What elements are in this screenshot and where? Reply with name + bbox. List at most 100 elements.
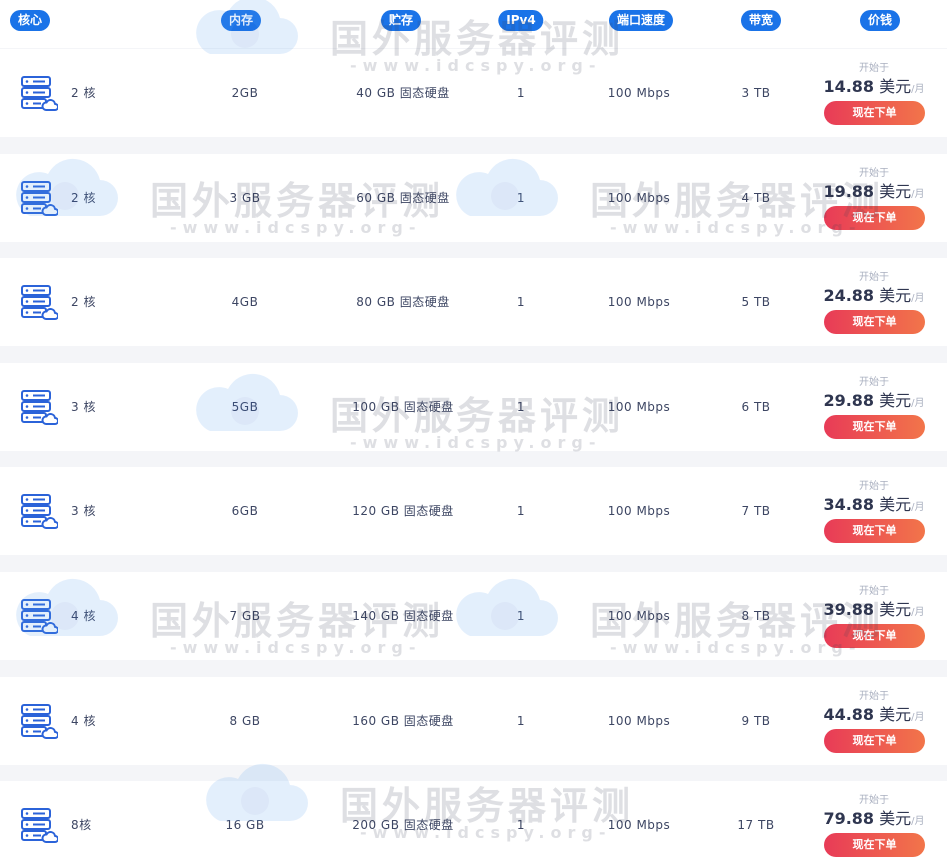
price-unit: /月 bbox=[911, 712, 925, 723]
bandwidth-value: 9 TB bbox=[741, 714, 771, 728]
memory-value: 5GB bbox=[231, 400, 259, 414]
header-bandwidth: 带宽 bbox=[740, 10, 782, 31]
cores-value: 2 核 bbox=[71, 86, 96, 100]
price-line: 29.88 美元/月 bbox=[820, 387, 928, 411]
order-now-button[interactable]: 现在下单 bbox=[824, 624, 925, 648]
cores-value: 3 核 bbox=[71, 400, 96, 414]
server-cloud-icon bbox=[21, 76, 58, 111]
storage-value: 60 GB 固态硬盘 bbox=[356, 191, 450, 205]
port-speed-value: 100 Mbps bbox=[607, 714, 671, 728]
price-from-label: 开始于 bbox=[859, 272, 889, 283]
price-from-label: 开始于 bbox=[859, 168, 889, 179]
order-now-button[interactable]: 现在下单 bbox=[824, 101, 925, 125]
pricing-page: 核心 内存 贮存 IPv4 端口速度 带宽 价钱 2 核 2GB 40 GB 固… bbox=[0, 0, 947, 868]
header-port-speed: 端口速度 bbox=[608, 10, 674, 31]
price-value: 19.88 bbox=[823, 182, 875, 201]
ipv4-value: 1 bbox=[516, 504, 526, 518]
price-unit: /月 bbox=[911, 816, 925, 827]
ipv4-value: 1 bbox=[516, 714, 526, 728]
price-unit: /月 bbox=[911, 398, 925, 409]
order-now-button[interactable]: 现在下单 bbox=[824, 415, 925, 439]
price-unit: /月 bbox=[911, 84, 925, 95]
price-line: 24.88 美元/月 bbox=[820, 282, 928, 306]
price-line: 39.88 美元/月 bbox=[820, 596, 928, 620]
price-value: 79.88 bbox=[823, 809, 875, 828]
plan-row: 4 核 8 GB 160 GB 固态硬盘 1 100 Mbps 9 TB 开始于… bbox=[0, 677, 947, 765]
price-line: 19.88 美元/月 bbox=[820, 178, 928, 202]
bandwidth-value: 8 TB bbox=[741, 609, 771, 623]
price-line: 79.88 美元/月 bbox=[820, 805, 928, 829]
price-line: 44.88 美元/月 bbox=[820, 701, 928, 725]
price-currency: 美元 bbox=[879, 600, 912, 619]
bandwidth-value: 17 TB bbox=[737, 818, 775, 832]
header-ipv4: IPv4 bbox=[498, 10, 544, 31]
server-cloud-icon bbox=[21, 285, 58, 320]
price-unit: /月 bbox=[911, 502, 925, 513]
price-block: 开始于 34.88 美元/月 现在下单 bbox=[820, 467, 930, 555]
plan-row: 2 核 2GB 40 GB 固态硬盘 1 100 Mbps 3 TB 开始于 1… bbox=[0, 49, 947, 137]
price-value: 24.88 bbox=[823, 286, 875, 305]
order-now-button[interactable]: 现在下单 bbox=[824, 833, 925, 857]
price-block: 开始于 29.88 美元/月 现在下单 bbox=[820, 363, 930, 451]
port-speed-value: 100 Mbps bbox=[607, 191, 671, 205]
port-speed-value: 100 Mbps bbox=[607, 86, 671, 100]
port-speed-value: 100 Mbps bbox=[607, 609, 671, 623]
price-currency: 美元 bbox=[879, 809, 912, 828]
price-from-label: 开始于 bbox=[859, 63, 889, 74]
order-now-button[interactable]: 现在下单 bbox=[824, 206, 925, 230]
table-header: 核心 内存 贮存 IPv4 端口速度 带宽 价钱 bbox=[0, 0, 947, 48]
price-block: 开始于 44.88 美元/月 现在下单 bbox=[820, 677, 930, 765]
price-value: 29.88 bbox=[823, 391, 875, 410]
server-cloud-icon bbox=[21, 181, 58, 216]
memory-value: 3 GB bbox=[229, 191, 261, 205]
ipv4-value: 1 bbox=[516, 86, 526, 100]
bandwidth-value: 7 TB bbox=[741, 504, 771, 518]
server-cloud-icon bbox=[21, 390, 58, 425]
ipv4-value: 1 bbox=[516, 295, 526, 309]
cores-value: 4 核 bbox=[71, 609, 96, 623]
price-from-label: 开始于 bbox=[859, 586, 889, 597]
server-cloud-icon bbox=[21, 494, 58, 529]
cores-value: 2 核 bbox=[71, 295, 96, 309]
server-cloud-icon bbox=[21, 704, 58, 739]
ipv4-value: 1 bbox=[516, 400, 526, 414]
memory-value: 6GB bbox=[231, 504, 259, 518]
memory-value: 2GB bbox=[231, 86, 259, 100]
price-currency: 美元 bbox=[879, 182, 912, 201]
bandwidth-value: 6 TB bbox=[741, 400, 771, 414]
ipv4-value: 1 bbox=[516, 609, 526, 623]
storage-value: 80 GB 固态硬盘 bbox=[356, 295, 450, 309]
price-block: 开始于 14.88 美元/月 现在下单 bbox=[820, 49, 930, 137]
cores-value: 8核 bbox=[71, 818, 92, 832]
memory-value: 4GB bbox=[231, 295, 259, 309]
storage-value: 160 GB 固态硬盘 bbox=[352, 714, 454, 728]
price-from-label: 开始于 bbox=[859, 795, 889, 806]
port-speed-value: 100 Mbps bbox=[607, 400, 671, 414]
plan-row: 2 核 3 GB 60 GB 固态硬盘 1 100 Mbps 4 TB 开始于 … bbox=[0, 154, 947, 242]
order-now-button[interactable]: 现在下单 bbox=[824, 729, 925, 753]
cores-value: 3 核 bbox=[71, 504, 96, 518]
plan-row: 2 核 4GB 80 GB 固态硬盘 1 100 Mbps 5 TB 开始于 2… bbox=[0, 258, 947, 346]
port-speed-value: 100 Mbps bbox=[607, 818, 671, 832]
order-now-button[interactable]: 现在下单 bbox=[824, 519, 925, 543]
price-unit: /月 bbox=[911, 607, 925, 618]
memory-value: 7 GB bbox=[229, 609, 261, 623]
plan-row: 4 核 7 GB 140 GB 固态硬盘 1 100 Mbps 8 TB 开始于… bbox=[0, 572, 947, 660]
header-storage: 贮存 bbox=[380, 10, 422, 31]
price-currency: 美元 bbox=[879, 705, 912, 724]
price-currency: 美元 bbox=[879, 391, 912, 410]
price-block: 开始于 39.88 美元/月 现在下单 bbox=[820, 572, 930, 660]
cores-value: 4 核 bbox=[71, 714, 96, 728]
cores-value: 2 核 bbox=[71, 191, 96, 205]
bandwidth-value: 5 TB bbox=[741, 295, 771, 309]
port-speed-value: 100 Mbps bbox=[607, 295, 671, 309]
bandwidth-value: 4 TB bbox=[741, 191, 771, 205]
order-now-button[interactable]: 现在下单 bbox=[824, 310, 925, 334]
price-value: 34.88 bbox=[823, 495, 875, 514]
memory-value: 16 GB bbox=[225, 818, 265, 832]
price-from-label: 开始于 bbox=[859, 691, 889, 702]
ipv4-value: 1 bbox=[516, 191, 526, 205]
price-value: 14.88 bbox=[823, 77, 875, 96]
header-price: 价钱 bbox=[859, 10, 901, 31]
ipv4-value: 1 bbox=[516, 818, 526, 832]
